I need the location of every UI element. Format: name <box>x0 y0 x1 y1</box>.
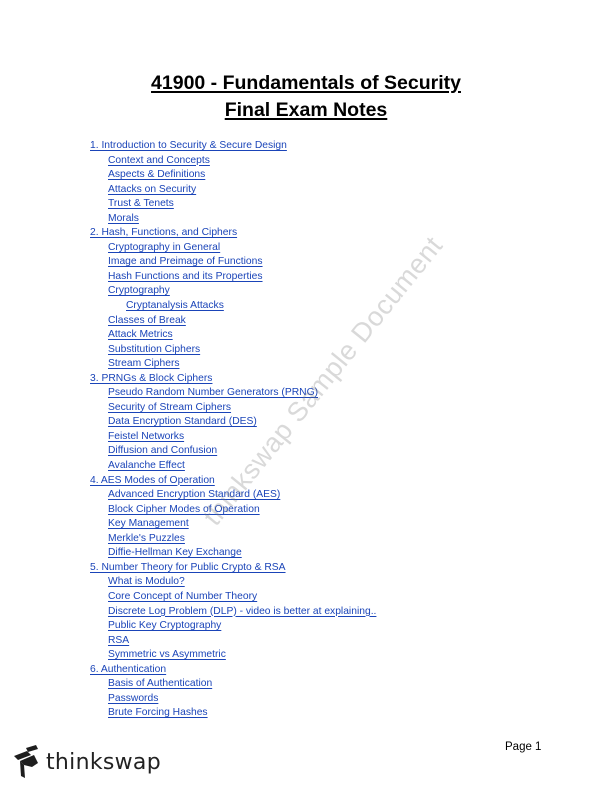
document-subtitle: Final Exam Notes <box>224 99 388 121</box>
table-of-contents: 1. Introduction to Security & Secure Des… <box>90 139 376 721</box>
toc-link[interactable]: Cryptography in General <box>108 242 220 253</box>
toc-entry: Symmetric vs Asymmetric <box>90 648 376 663</box>
toc-entry: Hash Functions and its Properties <box>90 270 376 285</box>
toc-entry: What is Modulo? <box>90 575 376 590</box>
toc-entry: Merkle's Puzzles <box>90 532 376 547</box>
toc-link[interactable]: Aspects & Definitions <box>108 169 205 180</box>
toc-entry: Brute Forcing Hashes <box>90 706 376 721</box>
toc-entry: Core Concept of Number Theory <box>90 590 376 605</box>
toc-entry: Cryptography in General <box>90 241 376 256</box>
toc-link[interactable]: Basis of Authentication <box>108 678 212 689</box>
toc-link[interactable]: Diffie-Hellman Key Exchange <box>108 547 242 558</box>
footer-logo: thinkswap <box>12 745 161 779</box>
toc-entry: Morals <box>90 212 376 227</box>
toc-link[interactable]: Substitution Ciphers <box>108 344 200 355</box>
toc-link[interactable]: 2. Hash, Functions, and Ciphers <box>90 227 237 238</box>
toc-entry: Basis of Authentication <box>90 677 376 692</box>
toc-entry: Image and Preimage of Functions <box>90 255 376 270</box>
toc-link[interactable]: 5. Number Theory for Public Crypto & RSA <box>90 562 286 573</box>
toc-link[interactable]: 4. AES Modes of Operation <box>90 475 215 486</box>
toc-entry: Discrete Log Problem (DLP) - video is be… <box>90 605 376 620</box>
toc-link[interactable]: Pseudo Random Number Generators (PRNG) <box>108 387 318 398</box>
toc-link[interactable]: Cryptography <box>108 285 170 296</box>
toc-entry: Advanced Encryption Standard (AES) <box>90 488 376 503</box>
toc-entry: Pseudo Random Number Generators (PRNG) <box>90 386 376 401</box>
toc-section: 4. AES Modes of Operation <box>90 474 376 489</box>
toc-link[interactable]: Discrete Log Problem (DLP) - video is be… <box>108 606 376 617</box>
toc-entry: Classes of Break <box>90 314 376 329</box>
toc-link[interactable]: 3. PRNGs & Block Ciphers <box>90 373 212 384</box>
page-number: Page 1 <box>505 741 542 753</box>
brand-name: thinkswap <box>46 749 161 775</box>
toc-link[interactable]: Advanced Encryption Standard (AES) <box>108 489 280 500</box>
toc-entry: Aspects & Definitions <box>90 168 376 183</box>
toc-link[interactable]: What is Modulo? <box>108 576 185 587</box>
toc-link[interactable]: Key Management <box>108 518 189 529</box>
toc-entry: Passwords <box>90 692 376 707</box>
toc-entry: Feistel Networks <box>90 430 376 445</box>
toc-link[interactable]: Classes of Break <box>108 315 186 326</box>
toc-link[interactable]: Attack Metrics <box>108 329 173 340</box>
thinkswap-logo-icon <box>14 745 38 778</box>
document-title: 41900 - Fundamentals of Security <box>151 72 461 94</box>
toc-link[interactable]: Block Cipher Modes of Operation <box>108 504 260 515</box>
toc-entry: Key Management <box>90 517 376 532</box>
toc-link[interactable]: Security of Stream Ciphers <box>108 402 231 413</box>
toc-entry: Trust & Tenets <box>90 197 376 212</box>
toc-entry: Block Cipher Modes of Operation <box>90 503 376 518</box>
toc-entry: RSA <box>90 634 376 649</box>
toc-link[interactable]: Public Key Cryptography <box>108 620 221 631</box>
toc-entry: Avalanche Effect <box>90 459 376 474</box>
toc-link[interactable]: Stream Ciphers <box>108 358 180 369</box>
toc-link[interactable]: Hash Functions and its Properties <box>108 271 263 282</box>
toc-link[interactable]: Core Concept of Number Theory <box>108 591 257 602</box>
toc-section: 2. Hash, Functions, and Ciphers <box>90 226 376 241</box>
toc-entry: Attack Metrics <box>90 328 376 343</box>
toc-link[interactable]: 6. Authentication <box>90 664 166 675</box>
toc-link[interactable]: Merkle's Puzzles <box>108 533 185 544</box>
toc-link[interactable]: Data Encryption Standard (DES) <box>108 416 257 427</box>
toc-section: 3. PRNGs & Block Ciphers <box>90 372 376 387</box>
toc-link[interactable]: Feistel Networks <box>108 431 184 442</box>
toc-section: 1. Introduction to Security & Secure Des… <box>90 139 376 154</box>
toc-link[interactable]: Symmetric vs Asymmetric <box>108 649 226 660</box>
toc-entry: Security of Stream Ciphers <box>90 401 376 416</box>
toc-link[interactable]: 1. Introduction to Security & Secure Des… <box>90 140 287 151</box>
toc-link[interactable]: Avalanche Effect <box>108 460 185 471</box>
toc-entry: Diffusion and Confusion <box>90 444 376 459</box>
toc-link[interactable]: Brute Forcing Hashes <box>108 707 208 718</box>
toc-entry: Stream Ciphers <box>90 357 376 372</box>
toc-link[interactable]: Passwords <box>108 693 158 704</box>
toc-section: 6. Authentication <box>90 663 376 678</box>
toc-link[interactable]: Context and Concepts <box>108 155 210 166</box>
toc-link[interactable]: Morals <box>108 213 139 224</box>
toc-section: 5. Number Theory for Public Crypto & RSA <box>90 561 376 576</box>
toc-entry: Substitution Ciphers <box>90 343 376 358</box>
toc-link[interactable]: Trust & Tenets <box>108 198 174 209</box>
toc-link[interactable]: Cryptanalysis Attacks <box>126 300 224 311</box>
toc-entry: Diffie-Hellman Key Exchange <box>90 546 376 561</box>
toc-link[interactable]: RSA <box>108 635 129 646</box>
toc-link[interactable]: Diffusion and Confusion <box>108 445 217 456</box>
toc-entry: Data Encryption Standard (DES) <box>90 415 376 430</box>
toc-entry: Context and Concepts <box>90 154 376 169</box>
toc-link[interactable]: Attacks on Security <box>108 184 196 195</box>
toc-subentry: Cryptanalysis Attacks <box>90 299 376 314</box>
toc-entry: Cryptography <box>90 284 376 299</box>
toc-entry: Public Key Cryptography <box>90 619 376 634</box>
toc-entry: Attacks on Security <box>90 183 376 198</box>
toc-link[interactable]: Image and Preimage of Functions <box>108 256 263 267</box>
